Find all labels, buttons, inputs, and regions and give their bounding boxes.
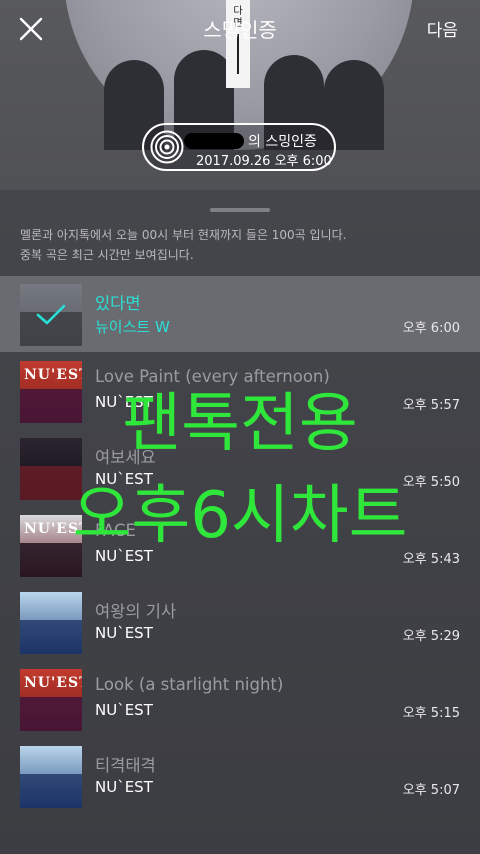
song-time: 오후 5:57: [402, 398, 460, 413]
song-title: Love Paint (every afternoon): [95, 367, 330, 386]
song-title: FACE: [95, 521, 136, 540]
header: 다 면 스밍인증 다음 의 스밍인증 2017.09.26 오후 6:00: [0, 0, 480, 190]
song-row[interactable]: 여왕의 기사 NU`EST 오후 5:29: [0, 584, 480, 660]
cover-logo: NU'EST: [24, 675, 82, 691]
cover-shade: [20, 619, 82, 654]
title-strip: 다 면: [226, 0, 250, 88]
song-row[interactable]: NU'EST Love Paint (every afternoon) NU`EST…: [0, 353, 480, 429]
song-artist: NU`EST: [95, 778, 153, 796]
song-title: 티격태격: [95, 756, 156, 775]
disc-icon: [150, 130, 184, 164]
song-row[interactable]: 티격태격 NU`EST 오후 5:07: [0, 738, 480, 814]
album-cover: [20, 284, 82, 346]
close-icon: [19, 17, 43, 41]
album-cover: NU'EST: [20, 361, 82, 423]
badge-datetime: 2017.09.26 오후 6:00: [196, 154, 332, 169]
check-icon: [20, 284, 82, 346]
streaming-badge: 의 스밍인증 2017.09.26 오후 6:00: [142, 123, 336, 171]
cover-logo: NU'EST: [24, 521, 82, 537]
song-artist: NU`EST: [95, 470, 153, 488]
cover-shade: [20, 773, 82, 808]
strip-char: 면: [233, 18, 243, 29]
song-artist: NU`EST: [95, 547, 153, 565]
album-cover: [20, 746, 82, 808]
song-artist: NU`EST: [95, 624, 153, 642]
cover-shade: [20, 542, 82, 577]
badge-label: 의 스밍인증: [248, 134, 317, 150]
song-title: 여보세요: [95, 448, 156, 467]
song-time: 오후 6:00: [402, 321, 460, 336]
song-row[interactable]: NU'EST Look (a starlight night) NU`EST 오후 5…: [0, 661, 480, 737]
song-title: Look (a starlight night): [95, 675, 284, 694]
album-cover: [20, 592, 82, 654]
album-cover: NU'EST: [20, 515, 82, 577]
song-title: 있다면: [95, 294, 141, 313]
strip-char: 다: [233, 6, 243, 17]
song-time: 오후 5:15: [402, 706, 460, 721]
song-artist: NU`EST: [95, 393, 153, 411]
cover-shade: [20, 465, 82, 500]
album-cover: [20, 438, 82, 500]
song-time: 오후 5:07: [402, 783, 460, 798]
song-time: 오후 5:43: [402, 552, 460, 567]
info-line: 중복 곡은 최근 시간만 보여집니다.: [20, 248, 194, 262]
song-time: 오후 5:50: [402, 475, 460, 490]
cover-shade: [20, 696, 82, 731]
song-time: 오후 5:29: [402, 629, 460, 644]
song-row[interactable]: NU'EST FACE NU`EST 오후 5:43: [0, 507, 480, 583]
sheet-handle[interactable]: [210, 208, 270, 212]
next-button[interactable]: 다음: [427, 16, 458, 41]
cover-shade: [20, 388, 82, 423]
redacted-name: [184, 133, 244, 149]
close-button[interactable]: [14, 12, 48, 46]
song-artist: 뉴이스트 W: [95, 318, 170, 336]
song-list-sheet: 멜론과 아지톡에서 오늘 00시 부터 현재까지 들은 100곡 입니다. 중복…: [0, 190, 480, 854]
song-row[interactable]: 여보세요 NU`EST 오후 5:50: [0, 430, 480, 506]
song-artist: NU`EST: [95, 701, 153, 719]
song-title: 여왕의 기사: [95, 602, 177, 621]
cover-logo: NU'EST: [24, 367, 82, 383]
info-text: 멜론과 아지톡에서 오늘 00시 부터 현재까지 들은 100곡 입니다. 중복…: [20, 225, 346, 265]
album-cover: NU'EST: [20, 669, 82, 731]
info-line: 멜론과 아지톡에서 오늘 00시 부터 현재까지 들은 100곡 입니다.: [20, 228, 347, 242]
strip-bar: [237, 34, 239, 74]
song-row[interactable]: 있다면뉴이스트 W 오후 6:00: [0, 276, 480, 352]
